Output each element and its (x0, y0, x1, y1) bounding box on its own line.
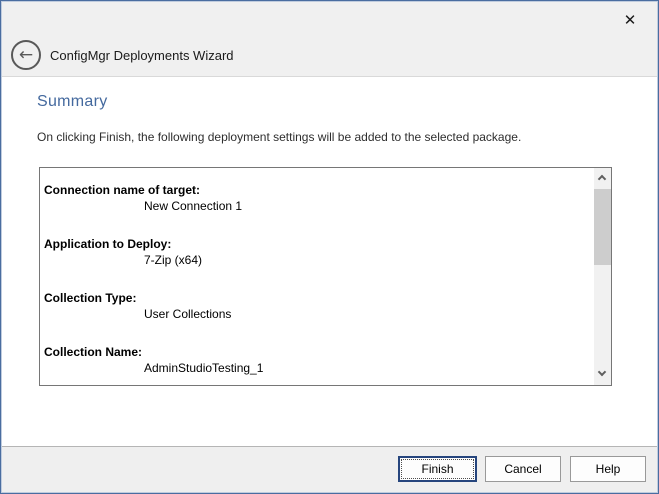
scroll-down-icon[interactable] (594, 366, 611, 383)
summary-label: Application to Deploy: (44, 236, 593, 252)
summary-label: Connection name of target: (44, 182, 593, 198)
finish-button[interactable]: Finish (398, 456, 477, 482)
summary-row: Collection Type: User Collections (44, 290, 593, 322)
back-button[interactable]: ← (11, 40, 41, 70)
summary-row: Connection name of target: New Connectio… (44, 182, 593, 214)
chevron-down-icon (598, 368, 606, 376)
close-icon[interactable]: ✕ (617, 7, 643, 33)
summary-value: AdminStudioTesting_1 (44, 360, 593, 376)
summary-value: User Collections (44, 306, 593, 322)
summary-label: Collection Name: (44, 344, 593, 360)
help-button[interactable]: Help (570, 456, 646, 482)
summary-content: Connection name of target: New Connectio… (40, 168, 593, 385)
summary-panel: Connection name of target: New Connectio… (39, 167, 612, 386)
summary-label: Collection Type: (44, 290, 593, 306)
button-bar: Finish Cancel Help (2, 446, 657, 492)
wizard-window: ✕ ← ConfigMgr Deployments Wizard Summary… (0, 0, 659, 494)
chevron-up-icon (598, 175, 606, 183)
scrollbar-thumb[interactable] (594, 189, 611, 265)
page-title: Summary (37, 93, 108, 111)
page-description: On clicking Finish, the following deploy… (37, 130, 521, 144)
summary-row: Application to Deploy: 7-Zip (x64) (44, 236, 593, 268)
wizard-title: ConfigMgr Deployments Wizard (50, 48, 234, 63)
scroll-up-icon[interactable] (594, 170, 611, 187)
finish-button-label: Finish (421, 462, 453, 476)
wizard-header: ✕ ← ConfigMgr Deployments Wizard (2, 2, 657, 77)
summary-value: 7-Zip (x64) (44, 252, 593, 268)
summary-value: New Connection 1 (44, 198, 593, 214)
cancel-button[interactable]: Cancel (485, 456, 561, 482)
summary-row: Collection Name: AdminStudioTesting_1 (44, 344, 593, 376)
vertical-scrollbar[interactable] (594, 168, 611, 385)
